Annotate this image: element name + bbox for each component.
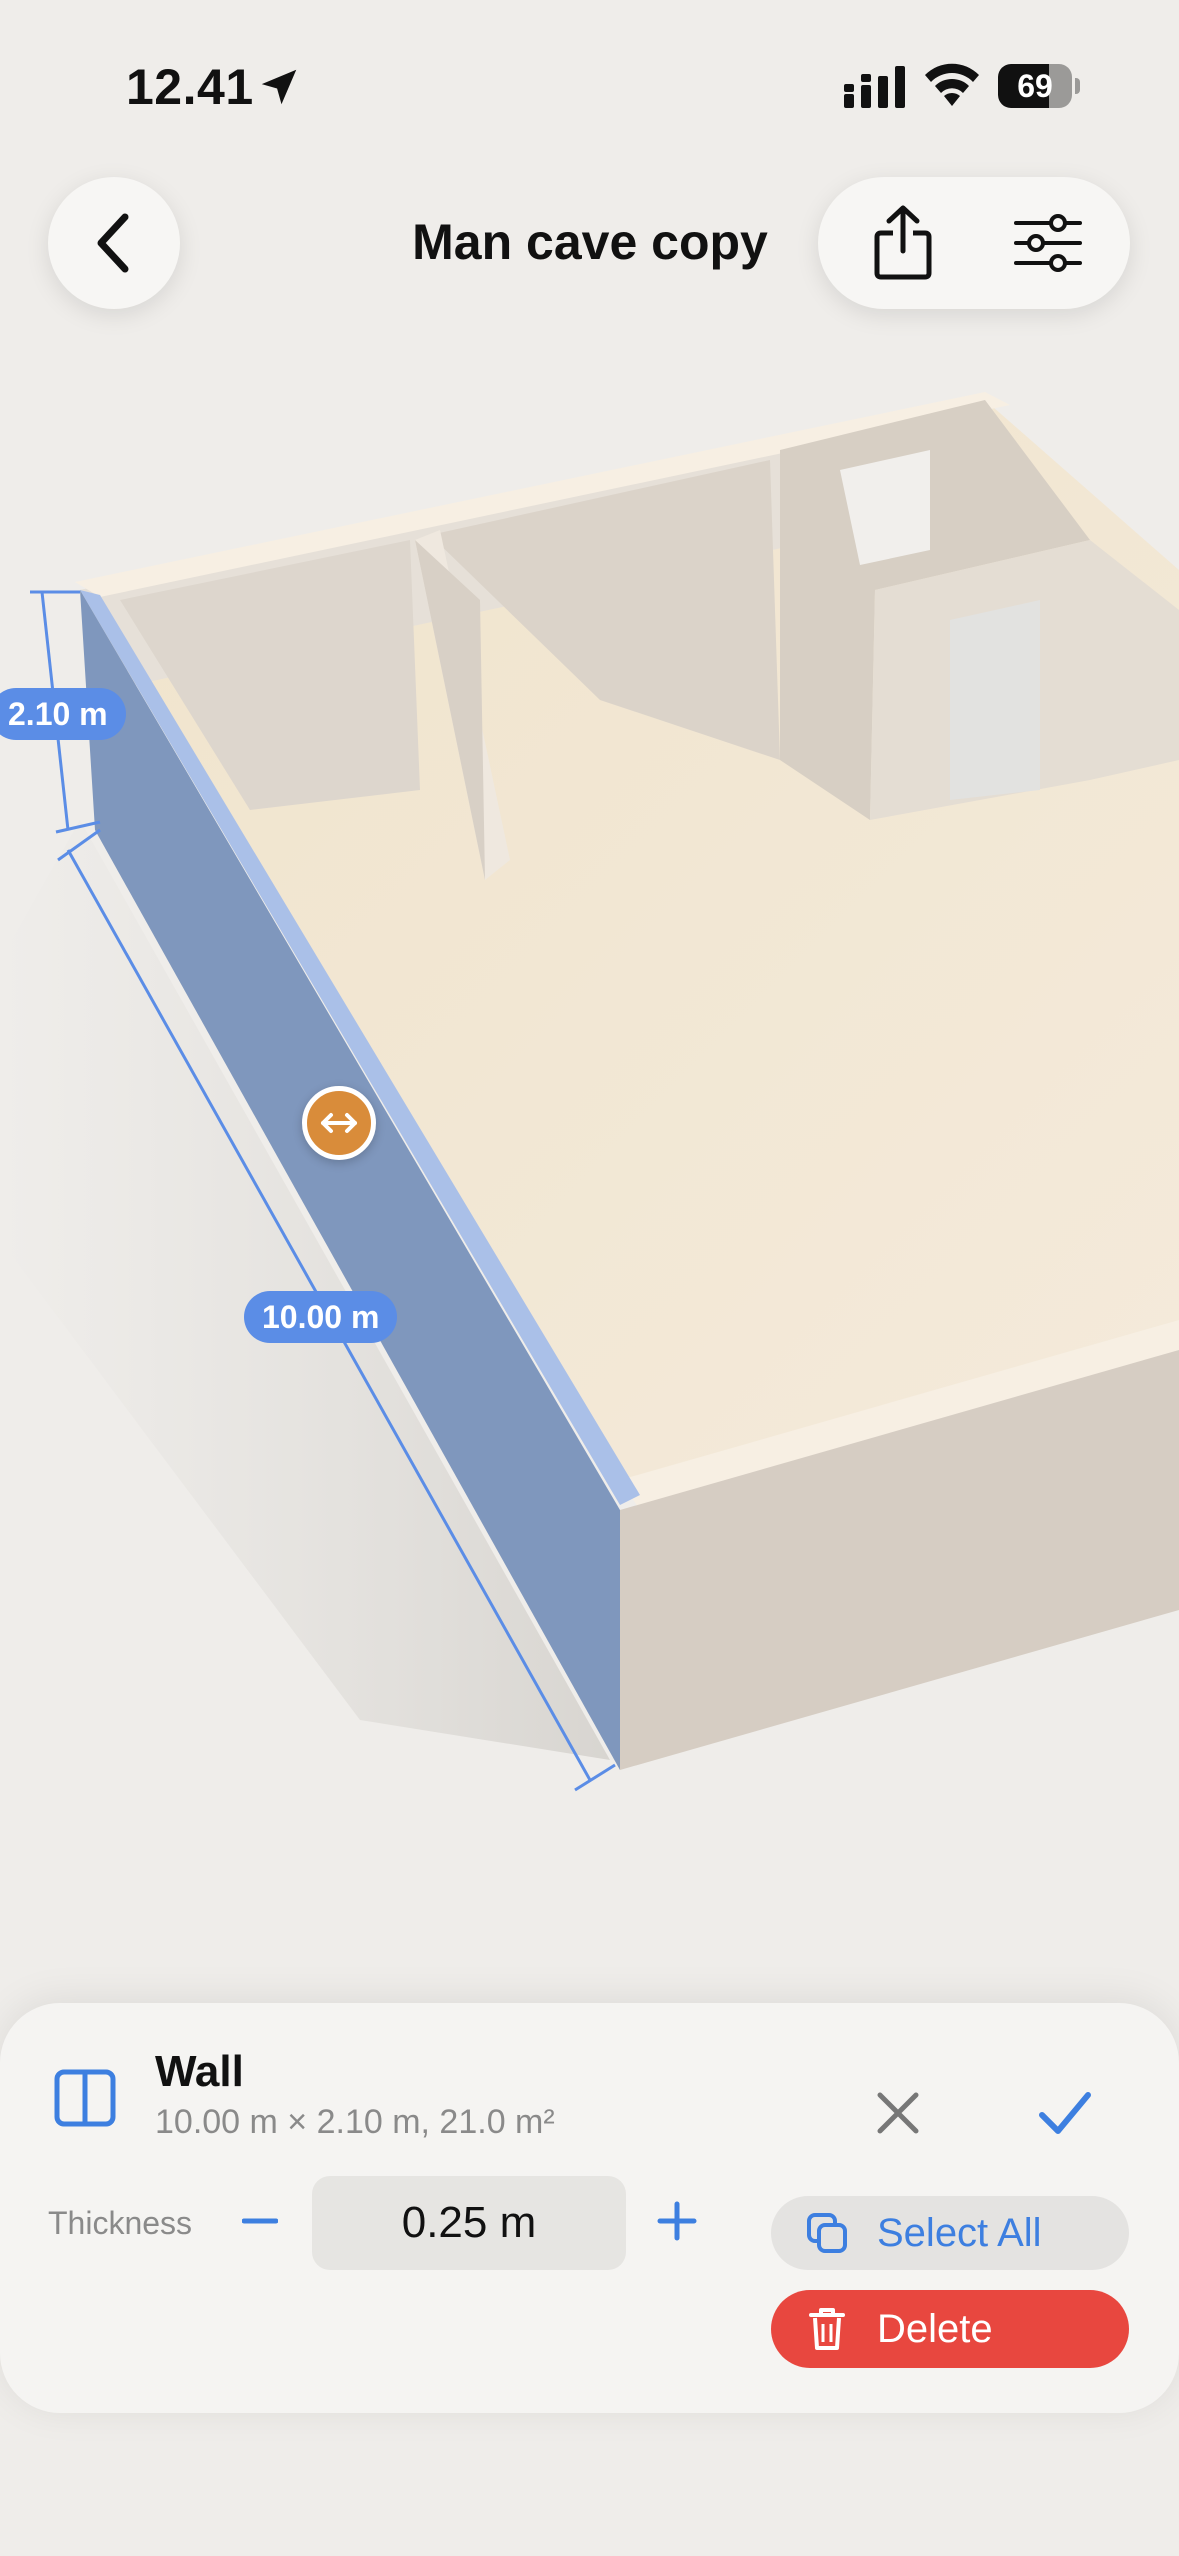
wall-details-sheet: Wall 10.00 m × 2.10 m, 21.0 m² Thickness… — [0, 2003, 1179, 2413]
element-title: Wall — [155, 2047, 244, 2096]
plus-icon — [657, 2201, 697, 2241]
thickness-decrease-button[interactable] — [238, 2191, 282, 2251]
wall-icon — [54, 2069, 116, 2127]
copy-icon — [807, 2213, 847, 2253]
select-all-label: Select All — [877, 2210, 1042, 2255]
close-icon — [877, 2092, 919, 2134]
minus-icon — [242, 2218, 278, 2224]
select-all-button[interactable]: Select All — [771, 2196, 1129, 2270]
wall-length-label: 10.00 m — [244, 1291, 398, 1343]
resize-handle[interactable] — [302, 1086, 376, 1160]
element-details: 10.00 m × 2.10 m, 21.0 m² — [155, 2103, 555, 2141]
cancel-button[interactable] — [868, 2083, 928, 2143]
double-arrow-icon — [321, 1113, 357, 1133]
thickness-increase-button[interactable] — [654, 2191, 700, 2251]
thickness-label: Thickness — [48, 2205, 193, 2241]
wall-height-label: 2.10 m — [0, 688, 126, 740]
delete-label: Delete — [877, 2306, 993, 2351]
trash-icon — [809, 2308, 845, 2350]
thickness-value[interactable]: 0.25 m — [312, 2176, 626, 2270]
confirm-button[interactable] — [1034, 2083, 1096, 2143]
closet-opening — [950, 600, 1040, 800]
checkmark-icon — [1039, 2092, 1091, 2134]
delete-button[interactable]: Delete — [771, 2290, 1129, 2368]
